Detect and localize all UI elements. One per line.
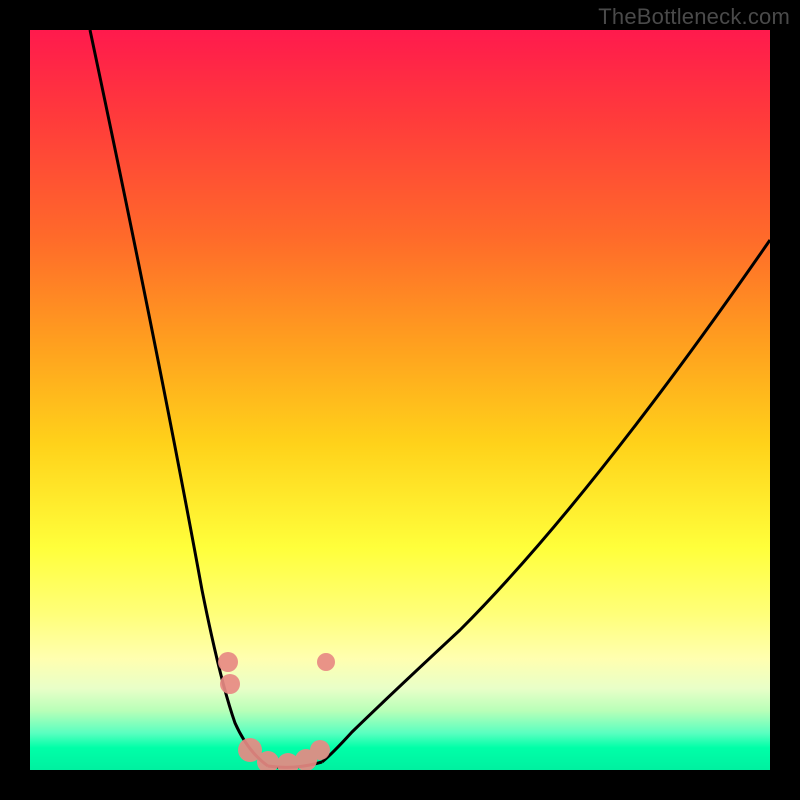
marker-dot	[220, 674, 240, 694]
marker-dot	[317, 653, 335, 671]
chart-frame: TheBottleneck.com	[0, 0, 800, 800]
marker-dot	[310, 740, 330, 760]
right-branch-line	[322, 240, 770, 762]
curve-lines	[90, 30, 770, 767]
marker-dot	[218, 652, 238, 672]
marker-group	[218, 652, 335, 770]
left-branch-line	[90, 30, 268, 766]
performance-curve	[30, 30, 770, 770]
plot-area	[30, 30, 770, 770]
watermark-text: TheBottleneck.com	[598, 4, 790, 30]
